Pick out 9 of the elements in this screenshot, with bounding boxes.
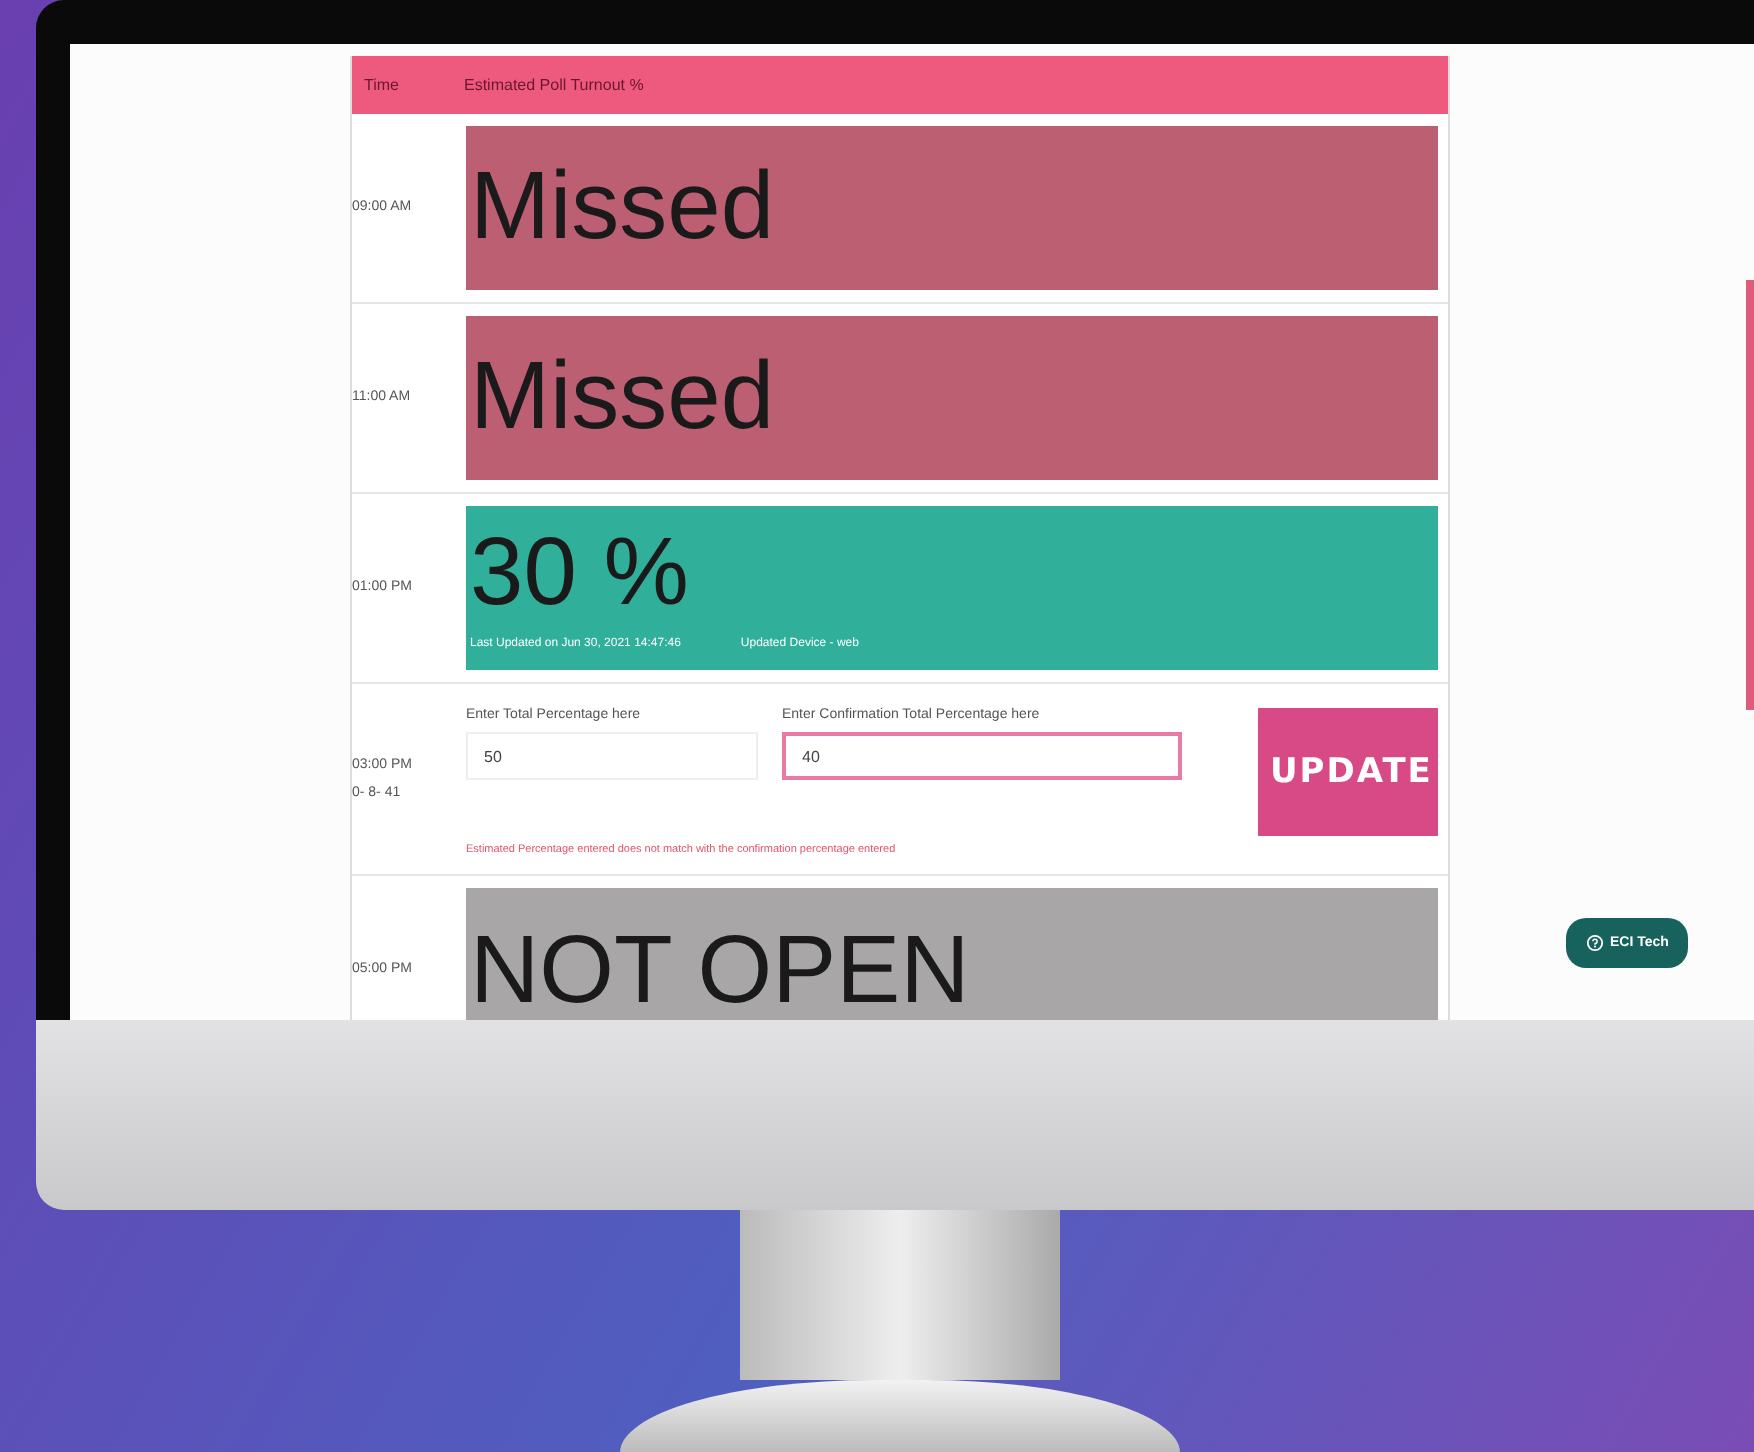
column-header: Time (362, 76, 401, 94)
column-header: Estimated Poll Turnout % (464, 76, 644, 94)
status-text: NOT OPEN (470, 924, 972, 1020)
update-button[interactable]: UPDATE (1258, 708, 1438, 836)
status-text: Missed (470, 350, 777, 446)
status-text: 30 % (470, 526, 691, 622)
total-percentage-field[interactable]: 50 (466, 732, 758, 780)
status-text: Missed (470, 160, 777, 256)
confirmation-percentage-field[interactable]: 40 (782, 732, 1182, 780)
